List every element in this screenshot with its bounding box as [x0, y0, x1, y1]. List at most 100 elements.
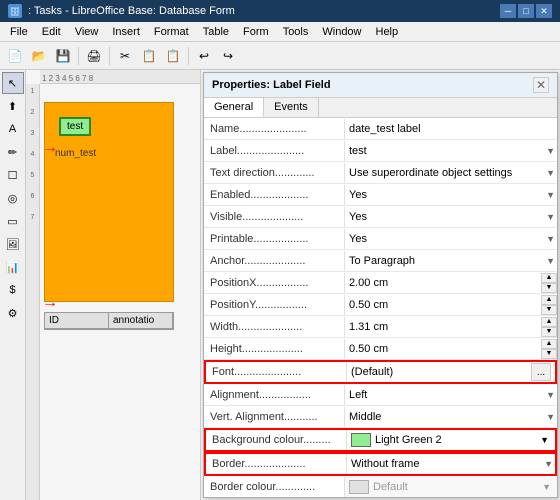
form-container: test num_test [44, 102, 174, 302]
menu-window[interactable]: Window [316, 25, 367, 39]
prop-value-0[interactable] [344, 119, 557, 139]
minimize-button[interactable]: ─ [500, 4, 516, 18]
prop-row-11: Font......................(Default)... [204, 360, 557, 384]
title-bar: 🗄 : Tasks - LibreOffice Base: Database F… [0, 0, 560, 22]
left-panel: 1 2 3 4 5 6 7 8 1 2 3 4 5 6 7 → [26, 70, 201, 500]
spin-down-7[interactable]: ▼ [541, 283, 557, 293]
prop-value-12[interactable]: Left▼ [344, 385, 557, 405]
test-label-element[interactable]: test [59, 117, 91, 136]
prop-label-8: PositionY................. [204, 297, 344, 313]
paste-button[interactable]: 📋 [162, 45, 184, 67]
open-button[interactable]: 📂 [28, 45, 50, 67]
redo-button[interactable]: ↪ [217, 45, 239, 67]
menu-bar: File Edit View Insert Format Table Form … [0, 22, 560, 42]
menu-tools[interactable]: Tools [277, 25, 315, 39]
menu-table[interactable]: Table [197, 25, 235, 39]
prop-value-13[interactable]: Middle▼ [344, 407, 557, 427]
dots-button-11[interactable]: ... [531, 363, 551, 381]
new-button[interactable]: 📄 [4, 45, 26, 67]
prop-value-5[interactable]: Yes▼ [344, 229, 557, 249]
prop-label-0: Name...................... [204, 121, 344, 137]
spin-down-10[interactable]: ▼ [541, 349, 557, 359]
select-tool[interactable]: ↖ [2, 72, 24, 94]
toolbar: 📄 📂 💾 🖨 ✂ 📋 📋 ↩ ↪ [0, 42, 560, 70]
prop-value-16[interactable]: Default▼ [344, 477, 557, 497]
draw-tool[interactable]: ✏ [2, 141, 24, 163]
prop-value-11[interactable]: (Default)... [346, 362, 555, 382]
prop-label-15: Border.................... [206, 456, 346, 472]
copy-button[interactable]: 📋 [138, 45, 160, 67]
undo-button[interactable]: ↩ [193, 45, 215, 67]
prop-value-6[interactable]: To Paragraph▼ [344, 251, 557, 271]
spin-input-9[interactable] [349, 321, 553, 333]
tab-order-tool[interactable]: ⬆ [2, 95, 24, 117]
checkbox-tool[interactable]: ☐ [2, 164, 24, 186]
prop-value-8[interactable]: ▲▼ [344, 295, 557, 315]
prop-value-15[interactable]: Without frame▼ [346, 454, 555, 474]
toolbar-separator-2 [109, 47, 110, 65]
spin-up-10[interactable]: ▲ [541, 339, 557, 349]
dropdown-value-13: Middle [349, 411, 553, 423]
menu-form[interactable]: Form [237, 25, 275, 39]
app-icon: 🗄 [8, 4, 22, 18]
settings-tool[interactable]: ⚙ [2, 302, 24, 324]
menu-insert[interactable]: Insert [106, 25, 146, 39]
tab-general[interactable]: General [204, 98, 264, 117]
save-button[interactable]: 💾 [52, 45, 74, 67]
menu-edit[interactable]: Edit [36, 25, 67, 39]
prop-input-0[interactable] [349, 123, 553, 135]
menu-help[interactable]: Help [370, 25, 405, 39]
menu-view[interactable]: View [69, 25, 105, 39]
title-bar-text: : Tasks - LibreOffice Base: Database For… [28, 5, 235, 17]
prop-value-1[interactable]: ▼ [344, 141, 557, 161]
tab-events[interactable]: Events [264, 98, 319, 117]
prop-value-7[interactable]: ▲▼ [344, 273, 557, 293]
rect-tool[interactable]: ▭ [2, 210, 24, 232]
color-swatch-16 [349, 480, 369, 494]
currency-tool[interactable]: $ [2, 279, 24, 301]
arrow-indicator-form: → [42, 139, 58, 157]
form-element-wrapper: test [59, 117, 91, 136]
maximize-button[interactable]: □ [518, 4, 534, 18]
spin-up-8[interactable]: ▲ [541, 295, 557, 305]
dropdown-value-6: To Paragraph [349, 255, 553, 267]
close-button[interactable]: ✕ [536, 4, 552, 18]
spin-input-8[interactable] [349, 299, 553, 311]
prop-row-4: Visible....................Yes▼ [204, 206, 557, 228]
arrow-indicator-table: → [42, 294, 58, 312]
prop-value-3[interactable]: Yes▼ [344, 185, 557, 205]
spin-down-9[interactable]: ▼ [541, 327, 557, 337]
prop-row-0: Name...................... [204, 118, 557, 140]
vertical-ruler: 1 2 3 4 5 6 7 [26, 84, 40, 500]
prop-row-13: Vert. Alignment...........Middle▼ [204, 406, 557, 428]
dropdown-value-5: Yes [349, 233, 553, 245]
props-close-button[interactable]: ✕ [533, 77, 549, 93]
prop-input-dropdown-1[interactable] [349, 145, 553, 157]
spin-up-9[interactable]: ▲ [541, 317, 557, 327]
table-control[interactable]: ID annotatio [44, 312, 174, 330]
props-header: Properties: Label Field ✕ [204, 73, 557, 98]
prop-value-14[interactable]: Light Green 2▼ [346, 430, 555, 450]
prop-value-9[interactable]: ▲▼ [344, 317, 557, 337]
radio-tool[interactable]: ◎ [2, 187, 24, 209]
prop-value-10[interactable]: ▲▼ [344, 339, 557, 359]
prop-value-2[interactable]: Use superordinate object settings▼ [344, 163, 557, 183]
cut-button[interactable]: ✂ [114, 45, 136, 67]
text-tool[interactable]: A [2, 118, 24, 140]
spin-input-7[interactable] [349, 277, 553, 289]
spin-down-8[interactable]: ▼ [541, 305, 557, 315]
menu-format[interactable]: Format [148, 25, 195, 39]
spin-up-7[interactable]: ▲ [541, 273, 557, 283]
props-title: Properties: Label Field [212, 79, 331, 91]
spin-input-10[interactable] [349, 343, 553, 355]
prop-value-4[interactable]: Yes▼ [344, 207, 557, 227]
table-control-tool[interactable]: 📊 [2, 256, 24, 278]
panel-inner: 1 2 3 4 5 6 7 → test num_test [26, 84, 200, 500]
form-design-area: → test num_test → ID annotatio [40, 84, 200, 500]
main-area: ↖ ⬆ A ✏ ☐ ◎ ▭ 🖼 📊 $ ⚙ 1 2 3 4 5 6 7 8 1 … [0, 70, 560, 500]
image-tool[interactable]: 🖼 [2, 233, 24, 255]
props-body: Name......................Label.........… [204, 118, 557, 497]
print-button[interactable]: 🖨 [83, 45, 105, 67]
prop-row-12: Alignment.................Left▼ [204, 384, 557, 406]
menu-file[interactable]: File [4, 25, 34, 39]
